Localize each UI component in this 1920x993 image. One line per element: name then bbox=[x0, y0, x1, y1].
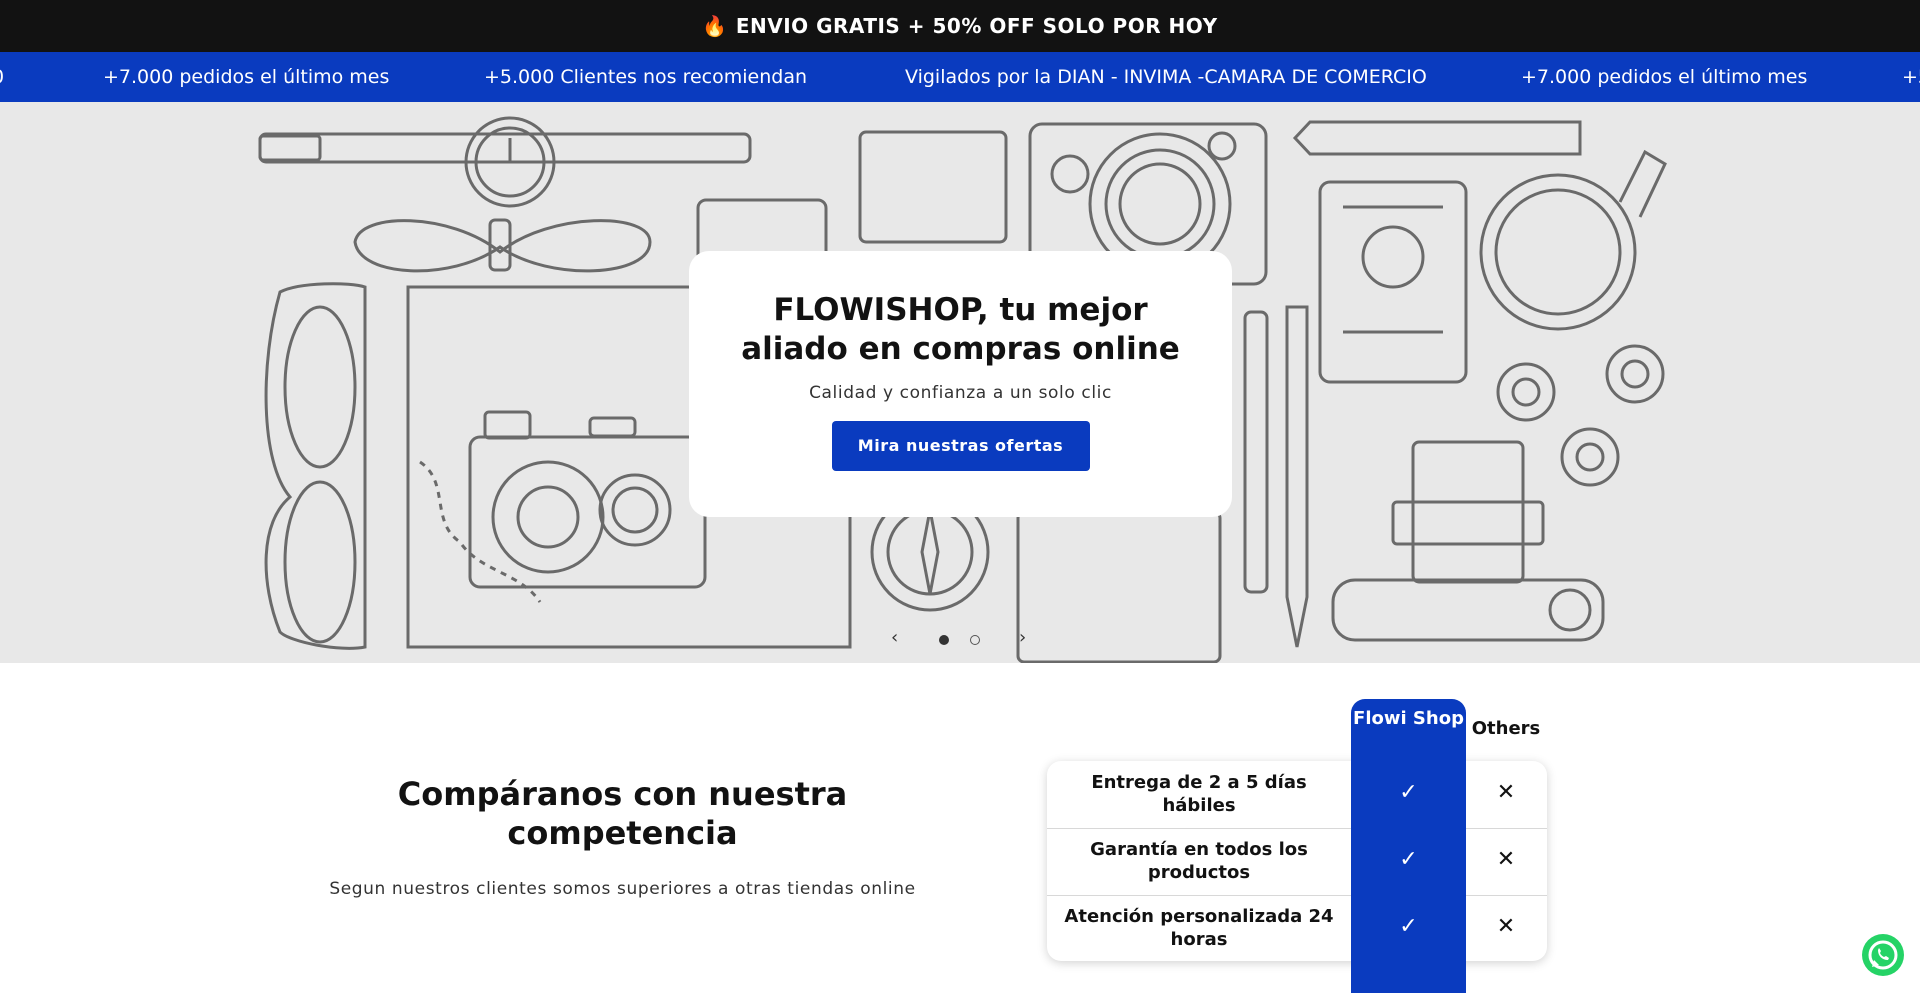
slider-next-arrow[interactable]: › bbox=[1019, 627, 1026, 648]
compare-feature: Entrega de 2 a 5 días hábiles bbox=[1091, 772, 1307, 816]
check-icon: ✓ bbox=[1399, 914, 1418, 939]
marquee-item: +5 bbox=[1902, 66, 1920, 88]
marquee-item: +7.000 pedidos el último mes bbox=[103, 66, 390, 88]
tape-roll bbox=[1496, 362, 1556, 422]
marquee-item: +7.000 pedidos el último mes bbox=[1521, 66, 1808, 88]
compare-feature: Garantía en todos los productos bbox=[1090, 839, 1308, 883]
close-icon: ✕ bbox=[1496, 780, 1516, 805]
whatsapp-button[interactable] bbox=[1862, 934, 1904, 976]
long-pencil bbox=[1292, 120, 1582, 156]
hero-subtitle: Calidad y confianza a un solo clic bbox=[809, 383, 1112, 403]
check-icon: ✓ bbox=[1399, 847, 1418, 872]
notebook bbox=[1016, 510, 1222, 663]
marquee-item: 0 bbox=[0, 66, 4, 88]
flowishop-column-header: Flowi Shop bbox=[1353, 708, 1464, 729]
check-icon: ✓ bbox=[1399, 780, 1418, 805]
card-holder bbox=[858, 130, 1008, 244]
row-divider bbox=[1047, 828, 1352, 829]
passport bbox=[1318, 180, 1468, 384]
marquee-item: +5.000 Clientes nos recomiendan bbox=[484, 66, 808, 88]
hero-card: FLOWISHOP, tu mejor aliado en compras on… bbox=[689, 251, 1232, 517]
marquee-item: Vigilados por la DIAN - INVIMA -CAMARA D… bbox=[905, 66, 1427, 88]
row-divider bbox=[1465, 895, 1547, 896]
flowishop-column bbox=[1351, 699, 1466, 993]
trust-marquee: 0 +7.000 pedidos el último mes +5.000 Cl… bbox=[0, 52, 1920, 102]
announcement-text: ENVIO GRATIS + 50% OFF SOLO POR HOY bbox=[735, 14, 1218, 38]
close-icon: ✕ bbox=[1496, 847, 1516, 872]
compare-intro: Compáranos con nuestra competencia Segun… bbox=[320, 775, 925, 899]
lens-camera bbox=[1331, 578, 1605, 642]
compare-title: Compáranos con nuestra competencia bbox=[397, 775, 848, 852]
slider-prev-arrow[interactable]: ‹ bbox=[891, 627, 898, 648]
watch-strap bbox=[258, 132, 752, 164]
close-icon: ✕ bbox=[1496, 914, 1516, 939]
compare-feature: Atención personalizada 24 horas bbox=[1064, 906, 1334, 950]
pencil bbox=[1285, 305, 1309, 648]
slider-dot-2[interactable] bbox=[970, 635, 980, 645]
announcement-bar: 🔥 ENVIO GRATIS + 50% OFF SOLO POR HOY bbox=[0, 0, 1920, 52]
bow-tie bbox=[353, 219, 652, 273]
magnifier bbox=[1479, 173, 1637, 331]
row-divider bbox=[1047, 895, 1352, 896]
fire-icon: 🔥 bbox=[702, 14, 728, 38]
slider-dot-1[interactable] bbox=[939, 635, 949, 645]
others-column-header: Others bbox=[1471, 718, 1541, 739]
view-offers-button[interactable]: Mira nuestras ofertas bbox=[831, 421, 1090, 471]
compare-subtitle: Segun nuestros clientes somos superiores… bbox=[329, 879, 916, 899]
row-divider bbox=[1465, 828, 1547, 829]
hero-banner: FLOWISHOP, tu mejor aliado en compras on… bbox=[0, 102, 1920, 663]
whatsapp-icon bbox=[1868, 940, 1898, 970]
pen bbox=[1243, 310, 1269, 594]
hero-title: FLOWISHOP, tu mejor aliado en compras on… bbox=[741, 292, 1180, 367]
